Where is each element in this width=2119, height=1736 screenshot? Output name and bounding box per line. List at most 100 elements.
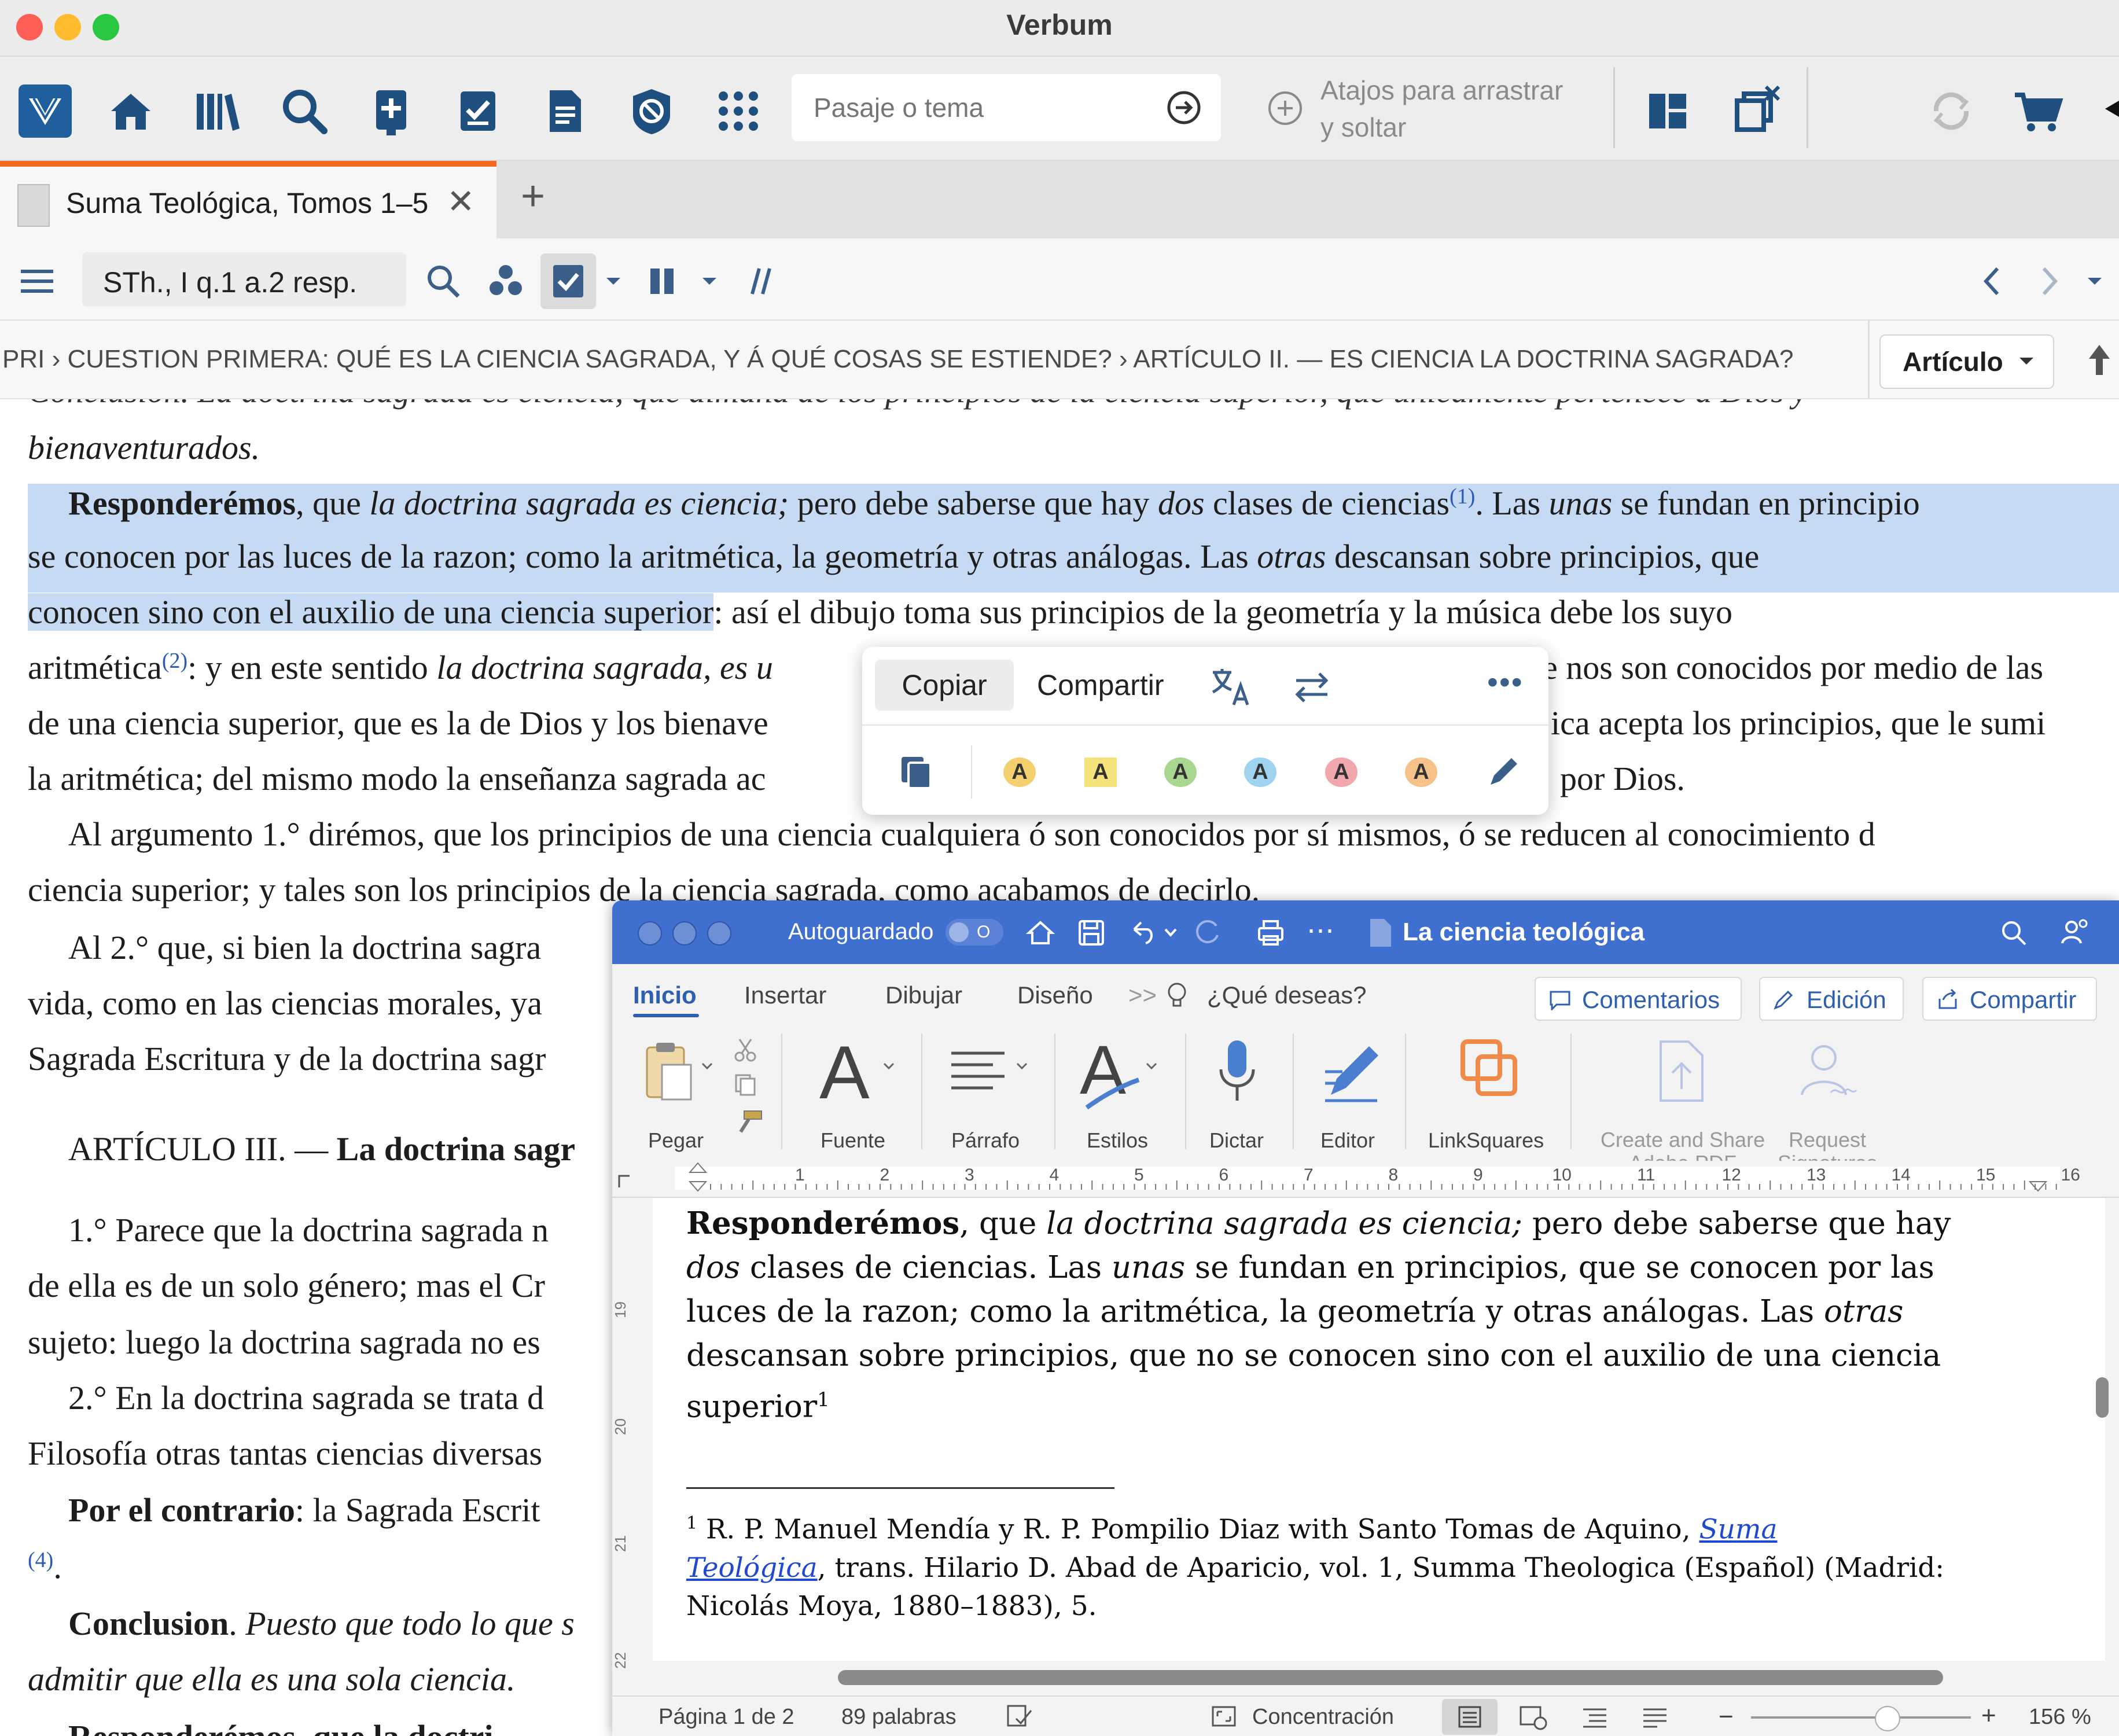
tab-suma-teologica[interactable]: Suma Teológica, Tomos 1–5 ✕ [0,161,496,238]
draft-icon[interactable] [1640,1705,1670,1730]
chevron-down-icon[interactable] [1162,924,1179,941]
copy-button[interactable]: Copiar [875,660,1014,711]
focus-label[interactable]: Concentración [1252,1705,1394,1730]
home-icon[interactable] [1024,917,1057,949]
find-icon[interactable] [420,258,466,304]
footnote-reference[interactable]: 1 [817,1388,830,1411]
chevron-down-icon[interactable] [698,258,721,304]
bible-add-icon[interactable] [362,82,420,140]
highlight-yellow-icon[interactable]: A [1080,751,1121,793]
outline-icon[interactable] [1580,1705,1610,1730]
linksquares-icon[interactable] [1458,1037,1522,1101]
editor-icon[interactable] [1319,1037,1383,1106]
reference-input[interactable] [102,265,393,300]
menu-icon[interactable] [14,258,60,304]
share-button[interactable]: Compartir [1922,977,2097,1021]
add-shortcut-icon[interactable] [1266,89,1304,127]
sync-icon[interactable] [1922,82,1980,140]
zoom-level[interactable]: 156 % [2029,1705,2091,1730]
highlight-green-icon[interactable]: A [1160,751,1201,793]
web-layout-icon[interactable] [1518,1705,1548,1730]
chevron-down-icon[interactable] [700,1059,714,1073]
font-icon[interactable]: A [819,1029,870,1116]
more-icon[interactable]: ⋯ [1307,914,1334,947]
close-window-button[interactable] [638,921,662,946]
footnote-marker[interactable]: (1) [1450,484,1475,509]
close-panels-icon[interactable] [1727,82,1785,140]
maximize-window-button[interactable] [707,921,731,946]
word-count[interactable]: 89 palabras [841,1705,957,1730]
verbum-logo-button[interactable] [16,82,74,140]
zoom-slider-track[interactable] [1751,1716,1971,1719]
highlight-blue-icon[interactable]: A [1239,751,1281,793]
forward-icon[interactable] [2025,258,2072,304]
cut-icon[interactable] [733,1037,758,1062]
visual-filters-icon[interactable] [483,258,529,304]
search-icon[interactable] [275,82,333,140]
shortcuts-area[interactable]: Atajos para arrastrar y soltar [1261,68,1585,144]
close-tab-icon[interactable]: ✕ [447,182,475,221]
chevron-down-icon[interactable] [1145,1059,1158,1073]
footnote-link[interactable]: Suma [1699,1514,1777,1546]
print-layout-button[interactable] [1442,1699,1498,1735]
tab-insertar[interactable]: Insertar [744,981,826,1009]
tell-me-search[interactable]: ¿Qué deseas? [1207,981,1367,1009]
breadcrumb-text[interactable]: PRI › CUESTION PRIMERA: QUÉ ES LA CIENCI… [2,345,1860,374]
focus-icon[interactable] [1211,1705,1237,1728]
library-icon[interactable] [189,82,247,140]
passage-search-box[interactable] [792,74,1221,141]
microphone-icon[interactable] [1216,1037,1258,1106]
horizontal-scrollbar-thumb[interactable] [838,1670,1943,1685]
highlight-red-icon[interactable]: A [1320,751,1362,793]
adobe-pdf-icon[interactable] [1654,1037,1709,1106]
chevron-down-icon[interactable] [2083,258,2106,304]
chevron-down-icon[interactable] [1015,1059,1029,1073]
back-icon[interactable] [1970,258,2016,304]
tab-dibujar[interactable]: Dibujar [885,981,962,1009]
save-icon[interactable] [1075,917,1108,949]
scroll-top-icon[interactable] [2083,341,2116,378]
copy-icon[interactable] [733,1072,758,1097]
document-icon[interactable] [536,82,594,140]
search-icon[interactable] [1997,917,2030,949]
document-page[interactable]: Responderémos, que la doctrina sagrada e… [653,1198,2105,1661]
home-icon[interactable] [102,82,160,140]
layouts-icon[interactable] [1639,82,1697,140]
request-signatures-icon[interactable] [1796,1037,1860,1106]
parallel-columns-icon[interactable] [640,258,686,304]
account-icon[interactable] [2100,97,2119,120]
reference-box[interactable] [82,252,406,307]
more-icon[interactable]: ••• [1487,664,1524,700]
ruler[interactable]: 1 2 3 4 5 6 7 8 9 10 11 12 13 14 15 16 [612,1161,2119,1198]
passage-input[interactable] [812,91,1139,124]
page-count[interactable]: Página 1 de 2 [658,1705,794,1730]
tab-inicio[interactable]: Inicio [633,981,697,1009]
format-painter-icon[interactable] [733,1109,765,1139]
minimize-window-button[interactable] [672,921,697,946]
clipboard-icon[interactable] [641,1039,694,1103]
chevron-down-icon[interactable] [882,1059,896,1073]
translate-icon[interactable] [1208,664,1253,709]
document-title[interactable]: La ciencia teológica [1403,918,1645,947]
copy-icon[interactable] [896,751,937,793]
footnote-marker[interactable]: (4) [28,1548,53,1572]
more-tabs-icon[interactable]: >> [1128,981,1157,1009]
checklist-icon[interactable] [449,82,507,140]
print-icon[interactable] [1255,917,1287,949]
zoom-slider-thumb[interactable] [1875,1706,1900,1731]
tab-diseno[interactable]: Diseño [1017,981,1093,1009]
zoom-in-icon[interactable]: + [1981,1701,1996,1730]
cart-icon[interactable] [2009,82,2067,140]
section-select[interactable]: Artículo [1879,334,2054,389]
swap-icon[interactable] [1289,664,1334,709]
highlight-orange-yellow-icon[interactable]: A [999,751,1040,793]
pen-icon[interactable] [1482,751,1524,793]
share-button[interactable]: Compartir [1037,660,1164,711]
apps-grid-icon[interactable] [709,82,767,140]
editing-button[interactable]: Edición [1759,977,1904,1021]
zoom-out-icon[interactable]: − [1719,1702,1734,1731]
account-icon[interactable] [2059,917,2091,949]
paragraph-icon[interactable] [947,1045,1010,1097]
footnote-link[interactable]: Teológica [686,1552,818,1584]
comments-button[interactable]: Comentarios [1535,977,1742,1021]
